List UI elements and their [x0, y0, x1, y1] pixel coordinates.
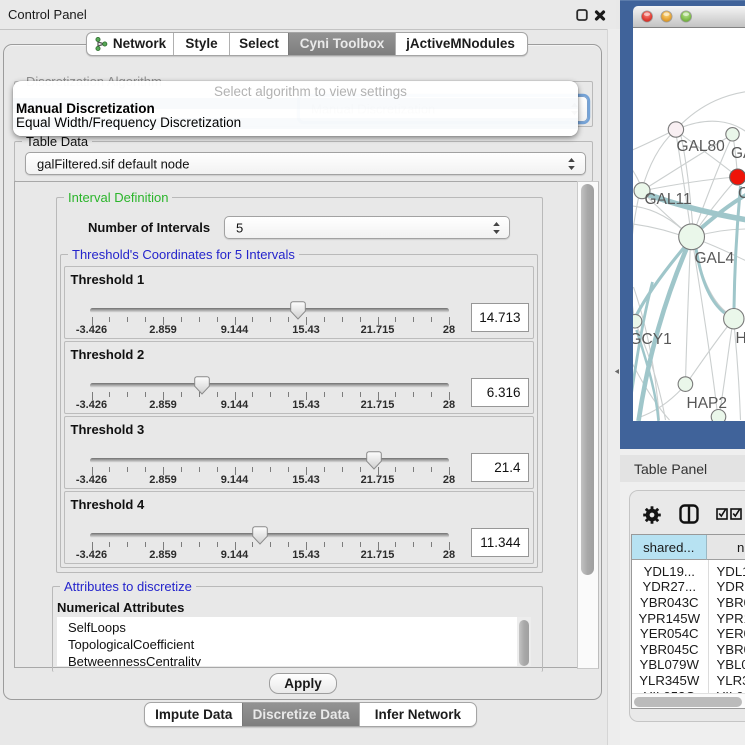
svg-text:GAL11: GAL11	[644, 191, 691, 208]
svg-text:GCY1: GCY1	[633, 331, 672, 348]
svg-text:GAL1: GAL1	[731, 145, 745, 162]
svg-text:HI: HI	[735, 330, 745, 347]
svg-text:HAP2: HAP2	[686, 395, 727, 412]
svg-text:GAL80: GAL80	[676, 138, 725, 155]
svg-text:CD: CD	[738, 185, 745, 202]
svg-text:GAL4: GAL4	[694, 250, 734, 267]
